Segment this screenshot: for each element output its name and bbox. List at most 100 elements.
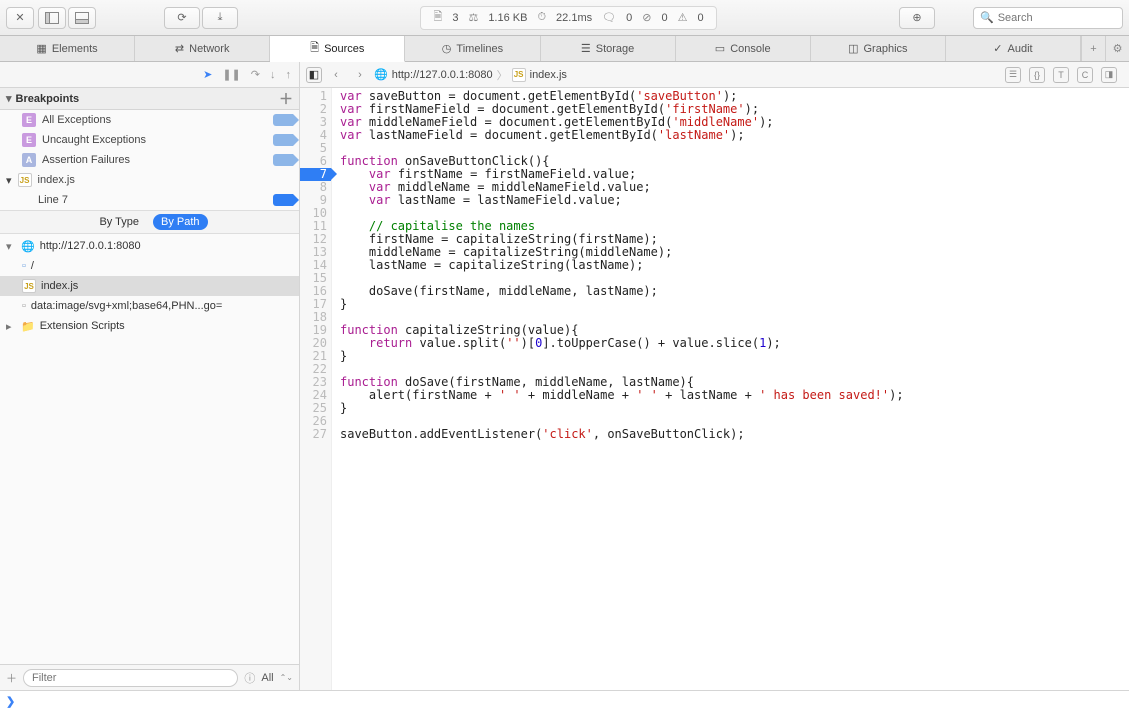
clock-icon: ⏱ bbox=[537, 11, 546, 24]
tree-folder-extensions[interactable]: ▸📁Extension Scripts bbox=[0, 316, 299, 336]
breadcrumb[interactable]: 🌐 http://127.0.0.1:8080 〉 JS index.js bbox=[374, 67, 567, 83]
step-out-icon[interactable]: ↑ bbox=[286, 69, 292, 81]
breakpoints-header[interactable]: ▾ Breakpoints ＋ bbox=[0, 88, 299, 110]
main-area: ▾ Breakpoints ＋ EAll Exceptions EUncaugh… bbox=[0, 88, 1129, 690]
resource-tree: ▾🌐http://127.0.0.1:8080 ▫/ JSindex.js ▫d… bbox=[0, 234, 299, 664]
bp-file-group[interactable]: ▾JSindex.js bbox=[0, 170, 299, 190]
prompt-icon: ❯ bbox=[6, 695, 15, 708]
dock-bottom-button[interactable] bbox=[68, 7, 96, 29]
download-button[interactable]: ⤓ bbox=[202, 7, 238, 29]
tab-audit[interactable]: ✓Audit bbox=[946, 36, 1081, 61]
step-over-icon[interactable]: ↷ bbox=[251, 68, 260, 81]
bp-toggle[interactable] bbox=[273, 134, 293, 146]
timelines-icon: ◷ bbox=[442, 42, 452, 55]
add-resource-button[interactable]: ＋ bbox=[6, 670, 17, 686]
filter-input[interactable] bbox=[23, 669, 238, 687]
code-content[interactable]: var saveButton = document.getElementById… bbox=[332, 88, 1129, 690]
nav-back-button[interactable]: ‹ bbox=[326, 69, 346, 81]
bp-toggle[interactable] bbox=[273, 194, 293, 206]
dock-side-button[interactable] bbox=[38, 7, 66, 29]
bp-uncaught-exceptions[interactable]: EUncaught Exceptions bbox=[0, 130, 299, 150]
braces-button[interactable]: {} bbox=[1029, 67, 1045, 83]
disclosure-icon: ▾ bbox=[6, 174, 12, 187]
add-breakpoint-button[interactable]: ＋ bbox=[279, 89, 293, 109]
log-icon: 🗨 bbox=[602, 11, 616, 24]
tab-network[interactable]: ⇄Network bbox=[135, 36, 270, 61]
elements-icon: ▦ bbox=[36, 42, 46, 55]
globe-icon: 🌐 bbox=[21, 240, 35, 253]
step-into-icon[interactable]: ↓ bbox=[270, 69, 276, 81]
tab-timelines[interactable]: ◷Timelines bbox=[405, 36, 540, 61]
resource-count: 3 bbox=[452, 12, 458, 24]
bp-toggle[interactable] bbox=[273, 114, 293, 126]
disclosure-icon: ▾ bbox=[6, 240, 16, 253]
search-field[interactable]: 🔍 bbox=[973, 7, 1123, 29]
sidebar-filter: ＋ ⓘ All ⌃⌄ bbox=[0, 664, 299, 690]
console-icon: ▭ bbox=[715, 42, 725, 55]
assertion-icon: A bbox=[22, 153, 36, 167]
page-size: 1.16 KB bbox=[488, 12, 527, 24]
bp-toggle[interactable] bbox=[273, 154, 293, 166]
exception-icon: E bbox=[22, 133, 36, 147]
close-button[interactable]: ✕ bbox=[6, 7, 34, 29]
image-icon: ▫ bbox=[22, 300, 26, 312]
settings-button[interactable]: ⚙ bbox=[1105, 36, 1129, 61]
add-tab-button[interactable]: + bbox=[1081, 36, 1105, 61]
toggle-details-button[interactable]: ◨ bbox=[1101, 67, 1117, 83]
sidebar: ▾ Breakpoints ＋ EAll Exceptions EUncaugh… bbox=[0, 88, 300, 690]
breadcrumb-file: index.js bbox=[530, 69, 567, 81]
breakpoints-list: EAll Exceptions EUncaught Exceptions AAs… bbox=[0, 110, 299, 210]
warning-count: 0 bbox=[697, 12, 703, 24]
inspect-button[interactable]: ⊕ bbox=[899, 7, 935, 29]
bp-line-7[interactable]: Line 7 bbox=[0, 190, 299, 210]
sources-toolbar: ➤ ❚❚ ↷ ↓ ↑ ◧ ‹ › 🌐 http://127.0.0.1:8080… bbox=[0, 62, 1129, 88]
network-icon: ⇄ bbox=[175, 42, 184, 55]
weight-icon: ⚖ bbox=[468, 11, 478, 24]
console-prompt[interactable]: ❯ bbox=[0, 690, 1129, 712]
bp-all-exceptions[interactable]: EAll Exceptions bbox=[0, 110, 299, 130]
disclosure-icon: ▾ bbox=[6, 92, 12, 105]
resume-icon[interactable]: ➤ bbox=[203, 68, 212, 81]
js-icon: JS bbox=[18, 173, 32, 187]
by-path-toggle[interactable]: By Path bbox=[153, 214, 208, 230]
sources-icon: 🗎 bbox=[310, 39, 319, 58]
search-icon: 🔍 bbox=[980, 11, 994, 24]
folder-icon: 📁 bbox=[21, 320, 35, 333]
load-time: 22.1ms bbox=[556, 12, 592, 24]
exception-icon: E bbox=[22, 113, 36, 127]
search-input[interactable] bbox=[998, 12, 1116, 24]
document-icon: 🗎 bbox=[433, 8, 442, 27]
info-icon[interactable]: ⓘ bbox=[244, 670, 255, 686]
tab-console[interactable]: ▭Console bbox=[676, 36, 811, 61]
bp-assertion-failures[interactable]: AAssertion Failures bbox=[0, 150, 299, 170]
graphics-icon: ◫ bbox=[848, 42, 858, 55]
warning-icon: ⚠ bbox=[678, 11, 688, 24]
tab-elements[interactable]: ▦Elements bbox=[0, 36, 135, 61]
filter-all[interactable]: All bbox=[261, 672, 273, 684]
nav-forward-button[interactable]: › bbox=[350, 69, 370, 81]
panel-tabs: ▦Elements ⇄Network 🗎Sources ◷Timelines ☰… bbox=[0, 36, 1129, 62]
coverage-button[interactable]: C bbox=[1077, 67, 1093, 83]
status-info: 🗎3 ⚖1.16 KB ⏱22.1ms 🗨0 ⊘0 ⚠0 bbox=[420, 6, 716, 30]
toggle-navigator-button[interactable]: ◧ bbox=[306, 67, 322, 83]
pretty-print-button[interactable]: ☰ bbox=[1005, 67, 1021, 83]
tree-item-indexjs[interactable]: JSindex.js bbox=[0, 276, 299, 296]
line-gutter[interactable]: 1234567891011121314151617181920212223242… bbox=[300, 88, 332, 690]
pause-icon[interactable]: ❚❚ bbox=[222, 68, 240, 81]
type-profile-button[interactable]: T bbox=[1053, 67, 1069, 83]
tab-graphics[interactable]: ◫Graphics bbox=[811, 36, 946, 61]
js-icon: JS bbox=[22, 279, 36, 293]
by-type-toggle[interactable]: By Type bbox=[91, 214, 147, 230]
tree-item-dataimg[interactable]: ▫data:image/svg+xml;base64,PHN...go= bbox=[0, 296, 299, 316]
chevron-icon: ⌃⌄ bbox=[280, 673, 293, 682]
disclosure-icon: ▸ bbox=[6, 320, 16, 333]
tree-item-root[interactable]: ▫/ bbox=[0, 256, 299, 276]
tree-host[interactable]: ▾🌐http://127.0.0.1:8080 bbox=[0, 236, 299, 256]
audit-icon: ✓ bbox=[993, 42, 1002, 55]
tab-storage[interactable]: ☰Storage bbox=[541, 36, 676, 61]
tab-sources[interactable]: 🗎Sources bbox=[270, 36, 405, 62]
code-editor[interactable]: 1234567891011121314151617181920212223242… bbox=[300, 88, 1129, 690]
globe-icon: 🌐 bbox=[374, 68, 388, 81]
reload-button[interactable]: ⟳ bbox=[164, 7, 200, 29]
doc-icon: ▫ bbox=[22, 260, 26, 272]
